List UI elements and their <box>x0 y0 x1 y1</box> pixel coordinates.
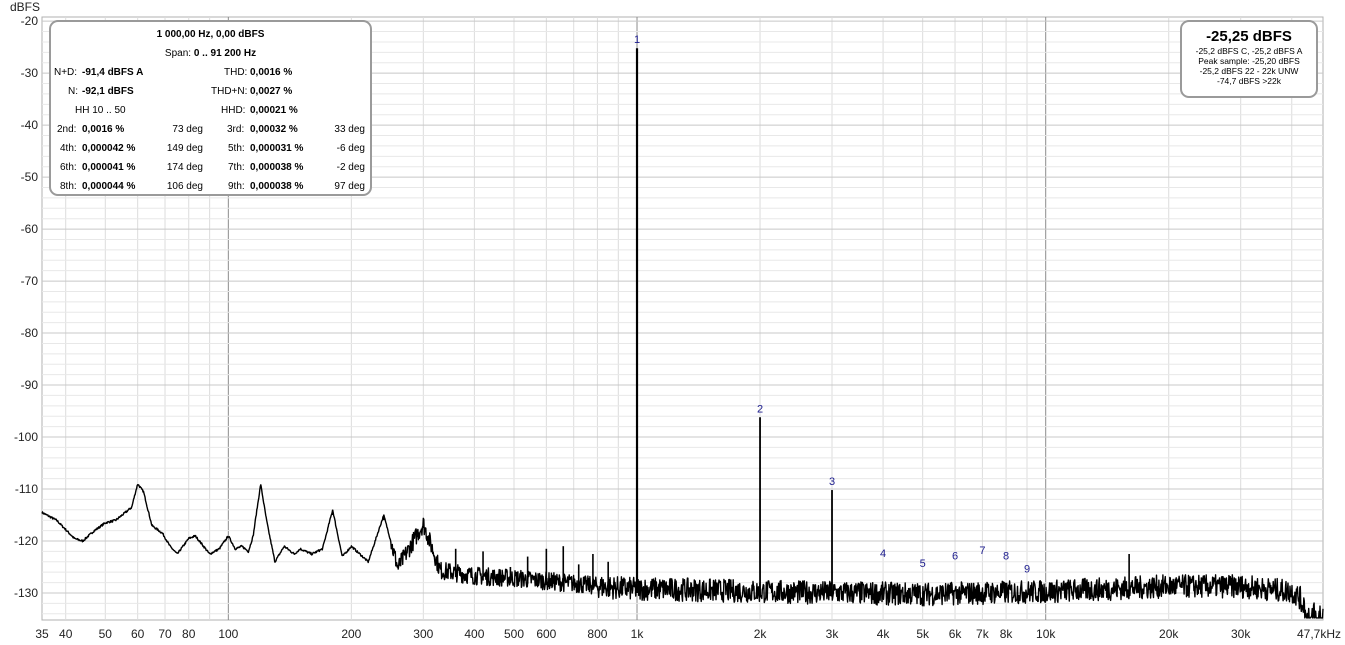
h7-label: 7th: <box>228 162 245 173</box>
hh-label: HH 10 .. 50 <box>75 105 126 116</box>
x-tick-label: 40 <box>59 627 73 641</box>
n-label: N: <box>68 86 78 97</box>
h5-label: 5th: <box>228 143 245 154</box>
x-tick-label: 10k <box>1036 627 1056 641</box>
level-readout-box: -25,25 dBFS -25,2 dBFS C, -25,2 dBFS A P… <box>1180 20 1318 98</box>
h9-pct: 0,000038 % <box>250 181 304 192</box>
y-tick-label: -110 <box>15 482 38 496</box>
y-tick-label: -30 <box>21 66 39 80</box>
h4-label: 4th: <box>60 143 77 154</box>
h7-deg: -2 deg <box>336 162 365 173</box>
x-tick-label: 500 <box>504 627 524 641</box>
h9-deg: 97 deg <box>334 181 365 192</box>
harmonic-label: 2 <box>757 403 763 415</box>
y-axis-label: dBFS <box>10 0 40 14</box>
nd-label: N+D: <box>54 67 78 78</box>
x-tick-label: 800 <box>587 627 607 641</box>
h3-label: 3rd: <box>227 124 245 135</box>
x-tick-label: 35 <box>35 627 49 641</box>
x-tick-label: 70 <box>158 627 172 641</box>
y-tick-label: -100 <box>14 430 38 444</box>
x-tick-label: 300 <box>413 627 433 641</box>
x-tick-label: 8k <box>1000 627 1014 641</box>
h3-pct: 0,00032 % <box>250 124 298 135</box>
h5-pct: 0,000031 % <box>250 143 304 154</box>
span-label: Span: <box>164 48 192 59</box>
y-tick-label: -130 <box>14 586 38 600</box>
level-line-above22k: -74,7 dBFS >22k <box>1216 76 1282 86</box>
y-tick-label: -90 <box>21 378 39 392</box>
h9-label: 9th: <box>228 181 245 192</box>
harmonic-label: 8 <box>1003 550 1009 562</box>
x-tick-label: 600 <box>536 627 556 641</box>
y-tick-label: -20 <box>21 14 39 28</box>
x-tick-label: 100 <box>218 627 238 641</box>
harmonic-label: 3 <box>829 476 835 488</box>
x-tick-label: 1k <box>631 627 645 641</box>
h8-deg: 106 deg <box>166 181 203 192</box>
level-line-unw: -25,2 dBFS 22 - 22k UNW <box>1199 66 1299 76</box>
h7-pct: 0,000038 % <box>250 162 304 173</box>
h4-deg: 149 deg <box>166 143 203 154</box>
h2-pct: 0,0016 % <box>82 124 125 135</box>
h8-label: 8th: <box>60 181 77 192</box>
h2-label: 2nd: <box>57 124 77 135</box>
hhd-label: HHD: <box>221 105 246 116</box>
measurement-info-box: 1 000,00 Hz, 0,00 dBFS Span: 0 .. 91 200… <box>49 20 372 196</box>
harmonic-label: 7 <box>979 545 985 557</box>
h8-pct: 0,000044 % <box>82 181 136 192</box>
x-tick-label: 50 <box>99 627 113 641</box>
h6-label: 6th: <box>60 162 77 173</box>
thdn-value: 0,0027 % <box>250 86 293 97</box>
y-tick-label: -40 <box>21 118 39 132</box>
info-title: 1 000,00 Hz, 0,00 dBFS <box>156 29 265 40</box>
level-line-peak: Peak sample: -25,20 dBFS <box>1198 56 1300 66</box>
x-tick-label: 7k <box>976 627 990 641</box>
n-value: -92,1 dBFS <box>82 86 134 97</box>
h6-pct: 0,000041 % <box>82 162 136 173</box>
harmonic-label: 5 <box>920 558 926 570</box>
nd-value: -91,4 dBFS A <box>82 67 144 78</box>
x-tick-label: 6k <box>949 627 963 641</box>
x-tick-label: 60 <box>131 627 145 641</box>
x-tick-label: 30k <box>1231 627 1251 641</box>
h4-pct: 0,000042 % <box>82 143 136 154</box>
h3-deg: 33 deg <box>334 124 365 135</box>
harmonic-label: 4 <box>880 548 886 560</box>
y-tick-label: -70 <box>21 274 39 288</box>
y-tick-label: -60 <box>21 222 39 236</box>
thdn-label: THD+N: <box>211 86 248 97</box>
hhd-value: 0,00021 % <box>250 105 298 116</box>
span-row: Span: 0 .. 91 200 Hz <box>51 48 370 60</box>
level-line-c-a: -25,2 dBFS C, -25,2 dBFS A <box>1195 46 1303 56</box>
x-tick-label: 4k <box>877 627 891 641</box>
x-tick-label: 2k <box>754 627 768 641</box>
thd-label: THD: <box>224 67 248 78</box>
x-tick-label: 47,7kHz <box>1297 627 1341 641</box>
x-tick-label: 3k <box>826 627 840 641</box>
h2-deg: 73 deg <box>172 124 203 135</box>
harmonic-label: 9 <box>1024 563 1030 575</box>
x-tick-label: 200 <box>341 627 361 641</box>
harmonic-label: 1 <box>634 34 640 46</box>
x-tick-label: 400 <box>464 627 484 641</box>
span-value: 0 .. 91 200 Hz <box>193 48 257 59</box>
y-tick-label: -80 <box>21 326 39 340</box>
h6-deg: 174 deg <box>166 162 203 173</box>
x-tick-label: 80 <box>182 627 196 641</box>
h5-deg: -6 deg <box>336 143 365 154</box>
level-main: -25,25 dBFS <box>1206 28 1292 45</box>
x-tick-label: 20k <box>1159 627 1179 641</box>
harmonic-label: 6 <box>952 550 958 562</box>
thd-value: 0,0016 % <box>250 67 293 78</box>
x-tick-label: 5k <box>916 627 930 641</box>
y-tick-label: -50 <box>21 170 39 184</box>
y-tick-label: -120 <box>14 534 38 548</box>
